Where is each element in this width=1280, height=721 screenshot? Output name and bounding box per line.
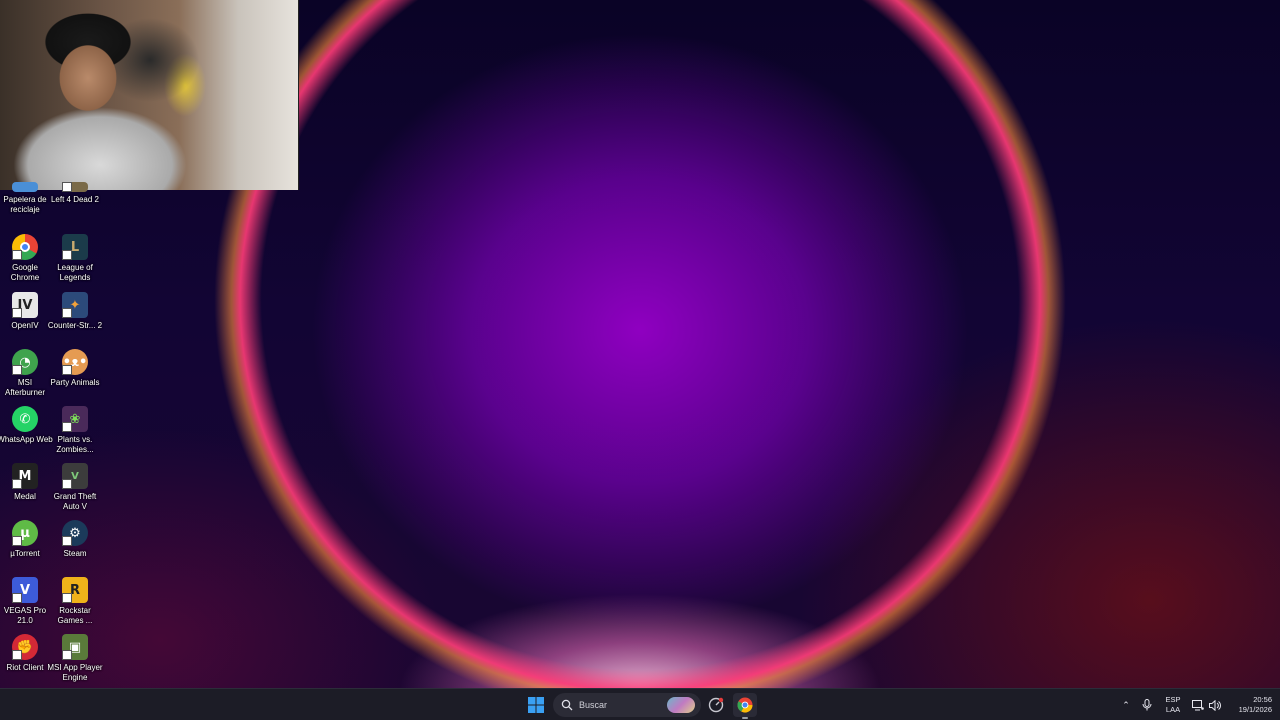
network-button[interactable]	[1190, 689, 1206, 721]
desktop-icon-label: Medal	[14, 492, 36, 501]
network-icon	[1192, 699, 1204, 710]
taskbar: Buscar ⌃ ESP LAA 20:56 19/1/2026	[0, 688, 1280, 720]
league-of-legends-icon: L	[62, 234, 88, 260]
left4dead2-icon	[62, 182, 88, 192]
counter-strike-icon: ✦	[62, 292, 88, 318]
desktop-icon-steam[interactable]: ⚙ Steam	[50, 520, 100, 576]
desktop-icon-label: Counter-Str... 2	[47, 321, 103, 330]
desktop-icon-label: Google Chrome	[10, 263, 40, 282]
language-code: ESP	[1165, 695, 1181, 704]
desktop-icon-gta-v[interactable]: V Grand Theft Auto V	[50, 463, 100, 519]
vegas-pro-icon: V	[12, 577, 38, 603]
recycle-bin-icon	[12, 182, 38, 192]
keyboard-layout: LAA	[1165, 705, 1181, 714]
windows-logo-icon	[528, 697, 544, 713]
search-icon	[561, 699, 573, 711]
msi-afterburner-icon: ◔	[12, 349, 38, 375]
desktop-icon-label: VEGAS Pro 21.0	[3, 606, 47, 625]
app-dial-icon	[708, 697, 724, 713]
utorrent-icon: µ	[12, 520, 38, 546]
riot-client-icon: ✊	[12, 634, 38, 660]
desktop-icon-riot-client[interactable]: ✊ Riot Client	[0, 634, 50, 690]
taskbar-search-box[interactable]: Buscar	[553, 693, 701, 717]
desktop-icon-league-of-legends[interactable]: L League of Legends	[50, 234, 100, 290]
whatsapp-icon: ✆	[12, 406, 38, 432]
desktop-icon-rockstar-games[interactable]: R Rockstar Games ...	[50, 577, 100, 633]
gta-v-icon: V	[62, 463, 88, 489]
desktop-icon-counter-strike-2[interactable]: ✦ Counter-Str... 2	[47, 292, 103, 348]
search-placeholder: Buscar	[579, 700, 608, 710]
desktop-icon-label: Rockstar Games ...	[57, 606, 93, 625]
rockstar-games-icon: R	[62, 577, 88, 603]
desktop-icon-label: Riot Client	[6, 663, 44, 672]
desktop-icon-label: Party Animals	[50, 378, 100, 387]
desktop-icon-utorrent[interactable]: µ µTorrent	[0, 520, 50, 576]
plants-vs-zombies-icon: ❀	[62, 406, 88, 432]
desktop-icon-msi-app-player[interactable]: ▣ MSI App Player Engine	[47, 634, 103, 690]
running-indicator	[742, 717, 748, 719]
desktop-icon-vegas-pro[interactable]: V VEGAS Pro 21.0	[0, 577, 50, 633]
taskbar-chrome-button[interactable]	[733, 693, 757, 719]
desktop-icon-whatsapp-web[interactable]: ✆ WhatsApp Web	[0, 406, 53, 462]
desktop-icon-msi-afterburner[interactable]: ◔ MSI Afterburner	[0, 349, 50, 405]
desktop-icon-label: Steam	[63, 549, 87, 558]
chevron-up-icon: ⌃	[1122, 699, 1130, 710]
party-animals-icon: •ᴥ•	[62, 349, 88, 375]
clock[interactable]: 20:56 19/1/2026	[1226, 689, 1272, 721]
steam-icon: ⚙	[62, 520, 88, 546]
chrome-icon	[737, 697, 753, 713]
desktop-icon-label: Papelera de reciclaje	[3, 195, 47, 214]
microphone-button[interactable]	[1139, 689, 1155, 721]
desktop-icon-label: Plants vs. Zombies...	[56, 435, 94, 454]
desktop-icon-plants-vs-zombies[interactable]: ❀ Plants vs. Zombies...	[50, 406, 100, 462]
medal-icon: M	[12, 463, 38, 489]
desktop-icon-label: MSI App Player Engine	[47, 663, 103, 682]
desktop-icon-label: MSI Afterburner	[4, 378, 46, 397]
desktop-icon-label: Grand Theft Auto V	[53, 492, 97, 511]
chrome-icon	[12, 234, 38, 260]
microphone-icon	[1142, 699, 1152, 711]
desktop-icon-left4dead2[interactable]: Left 4 Dead 2	[50, 182, 100, 238]
desktop-icon-medal[interactable]: M Medal	[0, 463, 50, 519]
start-button[interactable]	[524, 693, 548, 717]
desktop-icon-recycle-bin[interactable]: Papelera de reciclaje	[0, 182, 50, 238]
desktop-icon-label: µTorrent	[10, 549, 40, 558]
desktop-icon-openiv[interactable]: IV OpenIV	[0, 292, 50, 348]
taskbar-app-button[interactable]	[704, 693, 728, 717]
clock-time: 20:56	[1253, 695, 1272, 704]
search-highlight-icon	[667, 697, 695, 713]
desktop-icon-label: League of Legends	[57, 263, 93, 282]
volume-button[interactable]	[1207, 689, 1223, 721]
desktop-icon-label: WhatsApp Web	[0, 435, 53, 444]
openiv-icon: IV	[12, 292, 38, 318]
desktop-icon-party-animals[interactable]: •ᴥ• Party Animals	[50, 349, 100, 405]
webcam-overlay	[0, 0, 299, 190]
language-indicator[interactable]: ESP LAA	[1160, 689, 1186, 721]
tray-overflow-button[interactable]: ⌃	[1118, 689, 1134, 721]
desktop-icon-label: OpenIV	[11, 321, 39, 330]
desktop-icon-google-chrome[interactable]: Google Chrome	[0, 234, 50, 290]
clock-date: 19/1/2026	[1238, 705, 1272, 714]
desktop-icon-label: Left 4 Dead 2	[50, 195, 100, 204]
speaker-icon	[1209, 699, 1221, 711]
msi-app-player-icon: ▣	[62, 634, 88, 660]
